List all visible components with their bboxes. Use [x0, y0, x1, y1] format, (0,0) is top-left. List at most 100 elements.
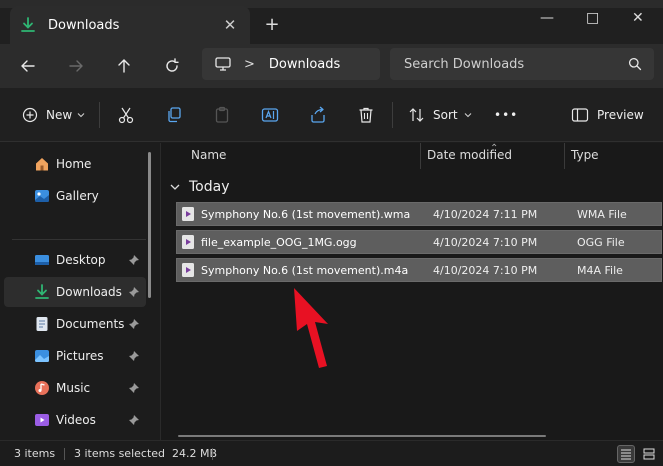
forward-button[interactable] — [64, 54, 88, 78]
horizontal-scrollbar[interactable] — [178, 435, 546, 437]
breadcrumb-downloads[interactable]: Downloads — [269, 57, 340, 72]
sidebar-item-label: Videos — [56, 413, 96, 427]
sidebar-scrollbar[interactable] — [148, 152, 151, 298]
sidebar-item-gallery[interactable]: Gallery — [4, 181, 146, 211]
sidebar-item-pictures[interactable]: Pictures — [4, 341, 146, 371]
paste-button[interactable] — [213, 104, 231, 126]
annotation-arrow-icon — [294, 288, 328, 368]
minimize-button[interactable]: — — [540, 10, 554, 26]
download-icon — [21, 17, 35, 32]
file-type: WMA File — [577, 207, 627, 221]
sort-icon — [409, 108, 424, 122]
sidebar-item-desktop[interactable]: Desktop — [4, 245, 146, 275]
file-date: 4/10/2024 7:11 PM — [433, 207, 538, 221]
status-divider — [64, 448, 65, 460]
sidebar-item-label: Documents — [56, 317, 125, 331]
copy-button[interactable] — [165, 104, 183, 126]
videos-icon — [35, 414, 49, 426]
sort-label: Sort — [433, 108, 458, 122]
new-tab-button[interactable]: + — [262, 14, 282, 35]
search-box[interactable] — [390, 48, 654, 80]
sidebar-item-label: Downloads — [56, 285, 122, 299]
sidebar-item-label: Gallery — [56, 189, 99, 203]
sidebar-item-label: Pictures — [56, 349, 104, 363]
new-label: New — [46, 108, 73, 122]
close-window-button[interactable]: ✕ — [632, 10, 644, 26]
refresh-button[interactable] — [160, 54, 184, 78]
maximize-button[interactable]: □ — [586, 10, 599, 26]
cut-button[interactable] — [117, 104, 135, 126]
share-button[interactable] — [309, 104, 327, 126]
new-button[interactable]: New — [22, 104, 85, 126]
rename-icon — [261, 108, 279, 122]
file-list-pane: ⌃ Name Date modified Type Today Symphony… — [160, 143, 663, 440]
sidebar-item-music[interactable]: Music — [4, 373, 146, 403]
rename-button[interactable] — [261, 104, 279, 126]
audio-file-icon — [182, 207, 194, 221]
home-icon — [36, 158, 48, 171]
item-count: 3 items — [14, 447, 56, 460]
selection-info: 3 items selected 24.2 MB — [74, 447, 218, 460]
pin-icon — [129, 383, 139, 393]
pin-icon — [129, 415, 139, 425]
breadcrumb-separator[interactable]: > — [244, 57, 255, 72]
status-bar: 3 items 3 items selected 24.2 MB — [0, 440, 663, 466]
title-bar: Downloads ✕ + — □ ✕ — [0, 0, 663, 44]
arrow-left-icon — [21, 60, 35, 72]
close-tab-icon[interactable]: ✕ — [220, 16, 240, 34]
sidebar-item-documents[interactable]: Documents — [4, 309, 146, 339]
gallery-icon — [35, 190, 49, 202]
preview-button[interactable]: Preview — [571, 104, 644, 126]
arrow-right-icon — [69, 60, 83, 72]
preview-pane-icon — [571, 108, 589, 122]
back-button[interactable] — [16, 54, 40, 78]
sidebar-item-label: Desktop — [56, 253, 106, 267]
column-header-name[interactable]: Name — [191, 148, 226, 162]
documents-icon — [36, 317, 48, 331]
clipboard-icon — [215, 106, 229, 123]
sidebar-item-videos[interactable]: Videos — [4, 405, 146, 435]
chevron-down-icon — [77, 113, 85, 118]
sort-button[interactable]: Sort — [408, 104, 472, 126]
file-type: OGG File — [577, 235, 625, 249]
file-row[interactable]: file_example_OOG_1MG.ogg 4/10/2024 7:10 … — [176, 230, 662, 254]
computer-icon — [215, 57, 231, 71]
desktop-icon — [35, 255, 49, 265]
pin-icon — [129, 351, 139, 361]
file-name: Symphony No.6 (1st movement).wma — [201, 207, 411, 221]
sidebar-item-label: Music — [56, 381, 91, 395]
share-icon — [311, 106, 325, 123]
delete-button[interactable] — [357, 104, 375, 126]
refresh-icon — [166, 58, 179, 72]
up-button[interactable] — [112, 54, 136, 78]
tiles-view-button[interactable] — [640, 445, 658, 463]
column-header-type[interactable]: Type — [571, 148, 599, 162]
scissors-icon — [118, 107, 134, 124]
sidebar-divider — [12, 239, 146, 240]
pin-icon — [129, 287, 139, 297]
sidebar-item-label: Home — [56, 157, 92, 171]
file-date: 4/10/2024 7:10 PM — [433, 235, 538, 249]
file-row[interactable]: Symphony No.6 (1st movement).m4a 4/10/20… — [176, 258, 662, 282]
details-view-button[interactable] — [617, 445, 635, 463]
sidebar-item-home[interactable]: Home — [4, 149, 146, 179]
group-header-today[interactable]: Today — [169, 179, 230, 195]
command-bar: New Sort ••• Preview — [0, 88, 663, 142]
music-icon — [35, 381, 49, 395]
tiles-view-icon — [643, 448, 655, 460]
status-divider — [212, 448, 213, 460]
column-header-date-modified[interactable]: Date modified — [427, 148, 512, 162]
audio-file-icon — [182, 263, 194, 277]
sidebar-item-downloads[interactable]: Downloads — [4, 277, 146, 307]
file-row[interactable]: Symphony No.6 (1st movement).wma 4/10/20… — [176, 202, 662, 226]
column-divider[interactable] — [564, 143, 565, 169]
search-icon[interactable] — [628, 57, 642, 71]
address-bar[interactable]: > Downloads — [202, 48, 380, 80]
search-input[interactable] — [404, 56, 628, 72]
tab-downloads[interactable]: Downloads ✕ — [10, 6, 250, 44]
trash-icon — [359, 107, 373, 123]
more-options-button[interactable]: ••• — [494, 104, 518, 126]
copy-icon — [168, 107, 181, 123]
column-divider[interactable] — [420, 143, 421, 169]
toolbar-divider — [392, 102, 393, 128]
